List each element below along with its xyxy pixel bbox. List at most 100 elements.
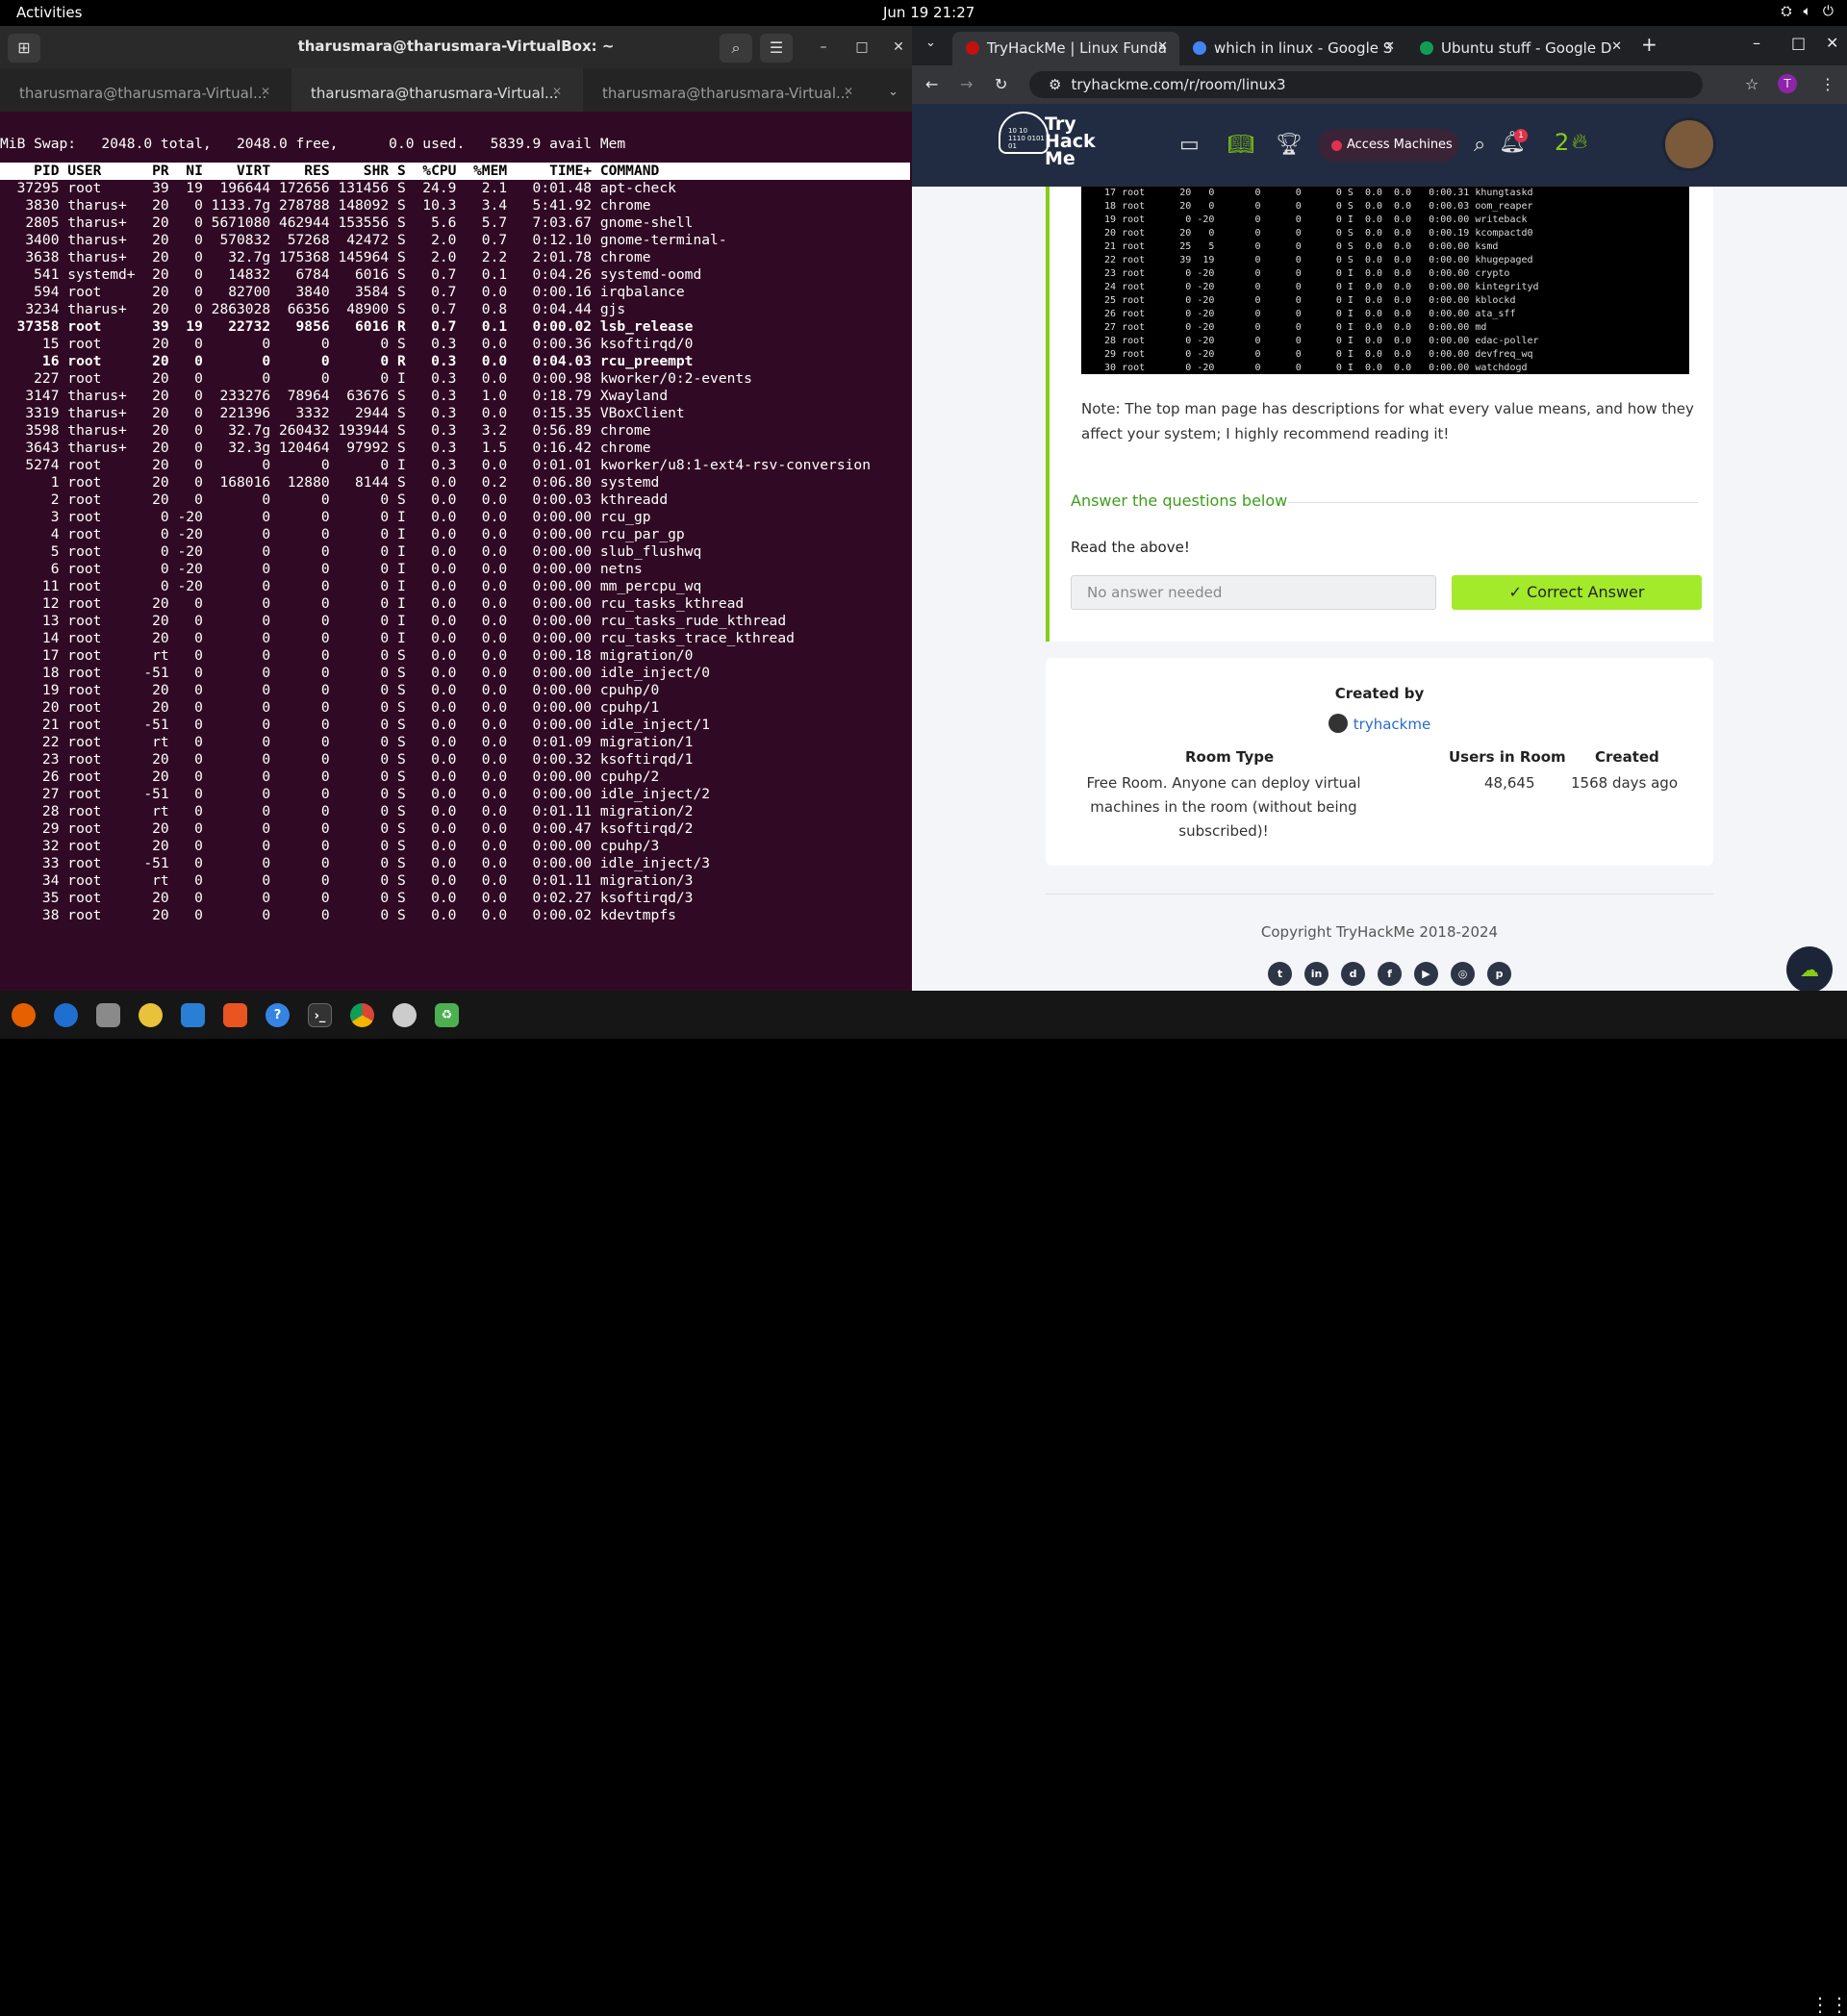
help-icon[interactable]: ? xyxy=(266,1002,290,1027)
process-row: 3638 tharus+ 20 0 32.7g 175368 145964 S … xyxy=(0,249,651,265)
activities-button[interactable]: Activities xyxy=(16,4,82,21)
files-icon[interactable] xyxy=(96,1002,120,1027)
social-links: t in d f ▶ ◎ p xyxy=(1268,962,1511,986)
close-icon[interactable]: ✕ xyxy=(1826,34,1838,52)
process-row: 2805 tharus+ 20 0 5671080 462944 153556 … xyxy=(0,214,694,231)
terminal-output[interactable]: MiB Swap: 2048.0 total, 2048.0 free, 0.0… xyxy=(0,112,912,991)
close-tab-icon[interactable]: ✕ xyxy=(261,85,270,98)
correct-answer-button[interactable]: ✓ Correct Answer xyxy=(1452,575,1702,610)
answer-input[interactable]: No answer needed xyxy=(1071,575,1436,610)
process-row: 34 root rt 0 0 0 0 S 0.0 0.0 0:01.11 mig… xyxy=(0,872,694,889)
snippet-line: 27 root 0 -20 0 0 0 I 0.0 0.0 0:00.00 md xyxy=(1099,322,1487,333)
users-label: Users in Room xyxy=(1449,748,1566,766)
app-center-icon[interactable] xyxy=(223,1002,247,1027)
terminal-tab[interactable]: tharusmara@tharusmara-Virtual... ✕ xyxy=(0,68,291,112)
volume-icon[interactable]: 🔈︎ xyxy=(1804,4,1811,19)
browser-tab-label: which in linux - Google S xyxy=(1214,39,1393,57)
new-tab-icon[interactable]: + xyxy=(1641,33,1657,56)
process-row: 21 root -51 0 0 0 0 S 0.0 0.0 0:00.00 id… xyxy=(0,717,711,733)
tryhackme-logo[interactable]: 10 10 1110 0101 01 Try Hack Me xyxy=(999,112,1096,168)
close-tab-icon[interactable]: ✕ xyxy=(1157,39,1168,54)
terminal-icon[interactable]: ›_ xyxy=(308,1002,332,1027)
back-icon[interactable]: ← xyxy=(925,75,938,93)
youtube-icon[interactable]: ▶ xyxy=(1414,962,1438,986)
browser-window: ⌄ TryHackMe | Linux Funda ✕ which in linu… xyxy=(912,26,1847,1010)
process-row: 16 root 20 0 0 0 0 R 0.3 0.0 0:04.03 rcu… xyxy=(0,353,694,369)
terminal-tab[interactable]: tharusmara@tharusmara-Virtual... ✕ xyxy=(583,68,874,112)
reload-icon[interactable]: ↻ xyxy=(995,75,1007,93)
close-tab-icon[interactable]: ✕ xyxy=(552,85,562,98)
thm-navbar: 10 10 1110 0101 01 Try Hack Me ▭ 📖︎ 🏆︎ •… xyxy=(912,104,1847,187)
twitter-icon[interactable]: t xyxy=(1268,962,1292,986)
chrome-icon[interactable] xyxy=(350,1002,374,1027)
search-icon[interactable]: ⌕ xyxy=(720,34,752,63)
tab-search-icon[interactable]: ⌄ xyxy=(925,36,936,50)
terminal-tabs: tharusmara@tharusmara-Virtual... ✕ tharus… xyxy=(0,68,912,112)
top-column-header: PID USER PR NI VIRT RES SHR S %CPU %MEM … xyxy=(0,163,910,180)
close-tab-icon[interactable]: ✕ xyxy=(844,85,853,98)
network-icon[interactable]: ⛭ xyxy=(1781,4,1791,19)
trash-icon[interactable]: ♻ xyxy=(435,1002,459,1027)
trophy-icon[interactable]: 🏆︎ xyxy=(1276,133,1303,157)
browser-tab[interactable]: TryHackMe | Linux Funda ✕ xyxy=(952,32,1179,65)
power-icon[interactable]: ⏻ xyxy=(1823,4,1834,19)
user-avatar[interactable] xyxy=(1662,117,1716,171)
learn-book-icon[interactable]: 📖︎ xyxy=(1227,133,1254,157)
creator-link[interactable]: tryhackme xyxy=(1046,714,1713,733)
search-icon[interactable]: ⌕ xyxy=(1474,133,1485,157)
chat-assistant-icon[interactable]: ☁ xyxy=(1786,946,1833,993)
notification-count-badge: 1 xyxy=(1514,129,1528,142)
process-row: 3319 tharus+ 20 0 221396 3332 2944 S 0.3… xyxy=(0,405,685,421)
terminal-tab-active[interactable]: tharusmara@tharusmara-Virtual... ✕ xyxy=(291,68,583,112)
writer-icon[interactable] xyxy=(181,1002,205,1027)
close-icon[interactable]: ✕ xyxy=(887,36,910,59)
process-row: 15 root 20 0 0 0 0 S 0.3 0.0 0:00.36 kso… xyxy=(0,336,694,352)
process-row: 32 root 20 0 0 0 0 S 0.0 0.0 0:00.00 cpu… xyxy=(0,838,660,854)
maximize-icon[interactable]: □ xyxy=(850,36,873,59)
linkedin-icon[interactable]: in xyxy=(1304,962,1328,986)
tabs-dropdown-icon[interactable]: ⌄ xyxy=(874,68,912,112)
pinterest-icon[interactable]: p xyxy=(1487,962,1511,986)
access-machines-button[interactable]: Access Machines xyxy=(1318,129,1458,162)
thunderbird-icon[interactable] xyxy=(54,1002,78,1027)
minimize-icon[interactable]: – xyxy=(812,36,835,59)
terminal-tab-label: tharusmara@tharusmara-Virtual... xyxy=(311,85,559,102)
snippet-line: 30 root 0 -20 0 0 0 I 0.0 0.0 0:00.00 wa… xyxy=(1099,363,1528,373)
menu-icon[interactable]: ☰ xyxy=(760,34,793,63)
forward-icon[interactable]: → xyxy=(960,75,973,93)
process-row: 3598 tharus+ 20 0 32.7g 260432 193944 S … xyxy=(0,422,651,439)
facebook-icon[interactable]: f xyxy=(1378,962,1402,986)
close-tab-icon[interactable]: ✕ xyxy=(1611,39,1622,54)
dashboard-icon[interactable]: ▭ xyxy=(1179,133,1200,157)
process-row: 227 root 20 0 0 0 0 I 0.3 0.0 0:00.98 kw… xyxy=(0,370,752,387)
divider xyxy=(1046,894,1713,895)
process-row: 33 root -51 0 0 0 0 S 0.0 0.0 0:00.00 id… xyxy=(0,855,711,871)
instagram-icon[interactable]: ◎ xyxy=(1451,962,1475,986)
more-menu-icon[interactable]: ⋮ xyxy=(1820,75,1835,93)
process-row: 35 root 20 0 0 0 0 S 0.0 0.0 0:02.27 kso… xyxy=(0,890,694,906)
site-info-icon[interactable]: ⚙ xyxy=(1049,76,1061,93)
rhythmbox-icon[interactable] xyxy=(139,1002,163,1027)
clock[interactable]: Jun 19 21:27 xyxy=(883,4,974,21)
minimize-icon[interactable]: – xyxy=(1753,34,1760,52)
discord-icon[interactable]: d xyxy=(1341,962,1365,986)
disc-icon[interactable] xyxy=(392,1002,417,1027)
address-bar[interactable]: ⚙ tryhackme.com/r/room/linux3 xyxy=(1029,71,1703,98)
firefox-icon[interactable] xyxy=(12,1002,36,1027)
process-list: 37295 root 39 19 196644 172656 131456 S … xyxy=(0,180,871,924)
bookmark-star-icon[interactable]: ☆ xyxy=(1745,75,1758,93)
room-type-label: Room Type xyxy=(1185,748,1275,766)
close-tab-icon[interactable]: ✕ xyxy=(1384,39,1395,54)
browser-tab[interactable]: Ubuntu stuff - Google D ✕ xyxy=(1406,32,1633,65)
process-row: 1 root 20 0 168016 12880 8144 S 0.0 0.2 … xyxy=(0,474,660,491)
process-row: 5274 root 20 0 0 0 0 I 0.3 0.0 0:01.01 k… xyxy=(0,457,871,473)
system-tray[interactable]: ⛭ 🔈︎ ⏻ xyxy=(1781,4,1834,19)
profile-avatar[interactable]: T xyxy=(1778,74,1797,93)
process-row: 22 root rt 0 0 0 0 S 0.0 0.0 0:01.09 mig… xyxy=(0,734,694,750)
app-grid-icon[interactable]: ⋮⋮⋮ xyxy=(1810,1993,1847,2016)
browser-tab[interactable]: which in linux - Google S ✕ xyxy=(1179,32,1406,65)
process-row: 3643 tharus+ 20 0 32.3g 120464 97992 S 0… xyxy=(0,440,651,456)
process-row: 3830 tharus+ 20 0 1133.7g 278788 148092 … xyxy=(0,197,651,214)
process-row: 3147 tharus+ 20 0 233276 78964 63676 S 0… xyxy=(0,388,669,404)
maximize-icon[interactable]: □ xyxy=(1791,34,1806,52)
